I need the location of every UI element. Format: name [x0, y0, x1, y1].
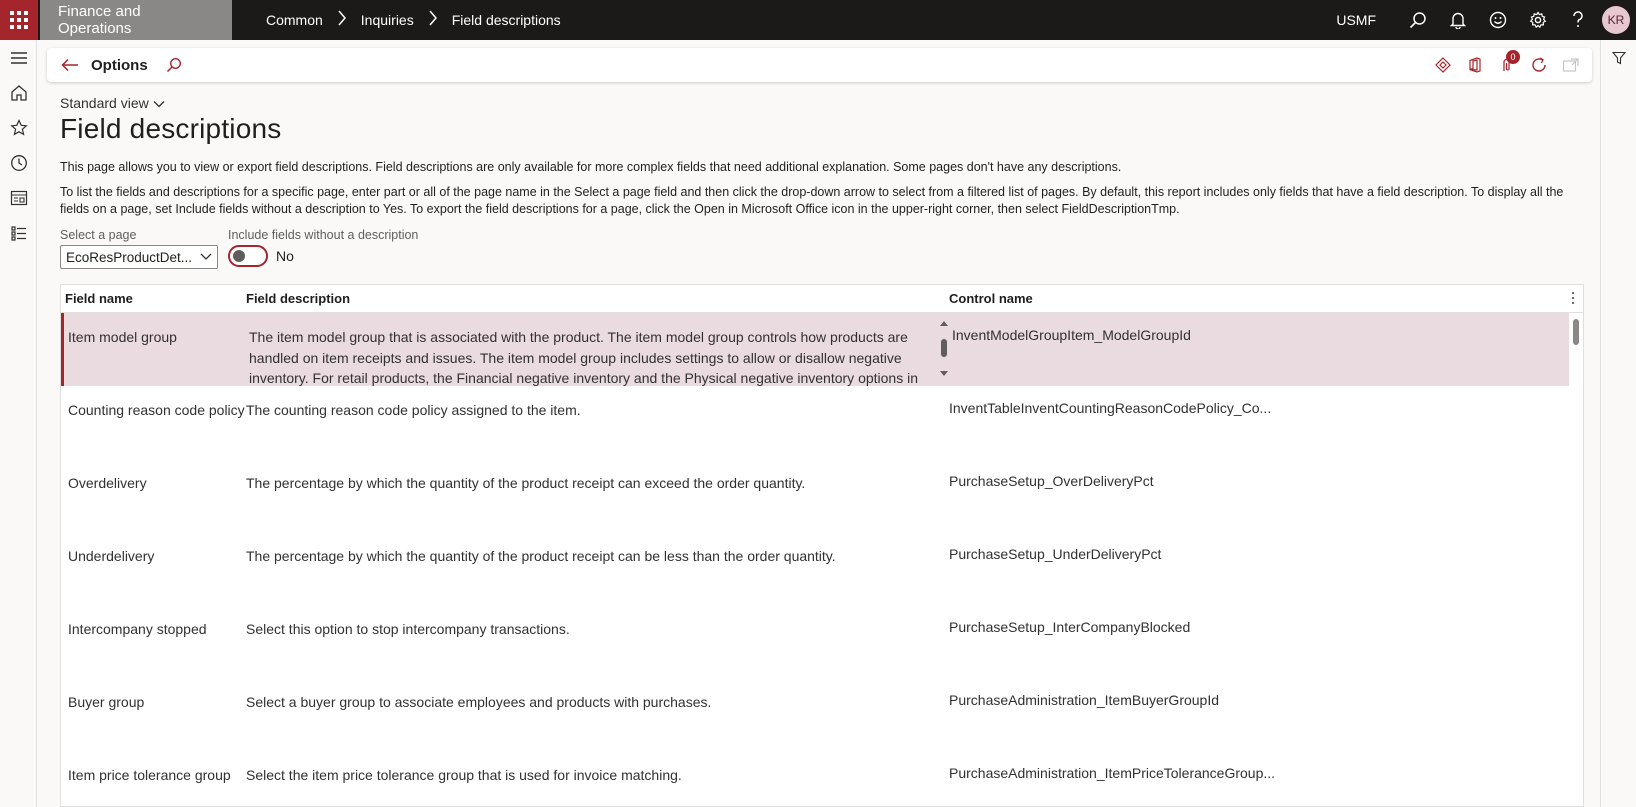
right-rail [1600, 40, 1636, 807]
control-name-cell: PurchaseAdministration_ItemBuyerGroupId [949, 692, 1220, 708]
table-row[interactable]: Item model group The item model group th… [61, 313, 1569, 386]
avatar[interactable]: KR [1602, 6, 1630, 34]
attachments-icon[interactable]: 0 [1494, 50, 1520, 78]
table-row[interactable]: Underdelivery The percentage by which th… [61, 532, 1583, 605]
smiley-feedback-icon[interactable] [1478, 0, 1518, 40]
control-name-cell: PurchaseSetup_OverDeliveryPct [949, 473, 1154, 489]
table-row[interactable]: Buyer group Select a buyer group to asso… [61, 678, 1583, 751]
field-name-cell: Item price tolerance group [68, 767, 231, 783]
include-fields-group: Include fields without a description No [228, 228, 418, 269]
field-description-cell: Select this option to stop intercompany … [246, 621, 570, 637]
bell-icon[interactable] [1438, 0, 1478, 40]
breadcrumb-item-field-descriptions[interactable]: Field descriptions [452, 12, 561, 28]
navigation-rail [0, 40, 37, 807]
app-name[interactable]: Finance and Operations [40, 0, 232, 40]
column-header-field-name[interactable]: Field name [61, 291, 246, 306]
field-description-text: The item model group that is associated … [249, 329, 918, 386]
hamburger-menu-icon[interactable] [0, 40, 37, 75]
field-name-cell: Item model group [68, 329, 177, 345]
help-text-instructions: To list the fields and descriptions for … [60, 185, 1564, 216]
chevron-down-icon [153, 95, 165, 111]
top-bar: Finance and Operations Common Inquiries … [0, 0, 1636, 40]
page-title: Field descriptions [60, 113, 282, 144]
app-launcher-button[interactable] [0, 0, 38, 40]
field-descriptions-grid: Field name Field description Control nam… [60, 284, 1584, 807]
control-name-cell: PurchaseSetup_UnderDeliveryPct [949, 546, 1162, 562]
column-header-field-description[interactable]: Field description [246, 291, 949, 306]
table-row[interactable]: Counting reason code policy The counting… [61, 386, 1583, 459]
chevron-right-icon [337, 10, 347, 31]
breadcrumb: Common Inquiries Field descriptions [266, 10, 561, 31]
home-icon[interactable] [0, 75, 37, 110]
workspaces-icon[interactable] [0, 180, 37, 215]
office-icon[interactable] [1462, 52, 1488, 78]
page-content: Standard view Field descriptions This pa… [60, 88, 1590, 269]
description-scrollbar[interactable] [938, 317, 950, 381]
table-row[interactable]: Overdelivery The percentage by which the… [61, 459, 1583, 532]
select-page-dropdown[interactable]: EcoResProductDet... [60, 245, 218, 269]
help-text-intro: This page allows you to view or export f… [60, 160, 1122, 174]
power-apps-icon[interactable] [1430, 52, 1456, 78]
waffle-icon [10, 11, 28, 29]
grid-header: Field name Field description Control nam… [61, 285, 1583, 313]
filter-icon[interactable] [1601, 42, 1636, 74]
help-icon[interactable] [1558, 0, 1598, 40]
company-picker[interactable]: USMF [1336, 12, 1376, 28]
select-page-group: Select a page EcoResProductDet... [60, 228, 218, 269]
include-fields-toggle[interactable] [228, 245, 268, 267]
control-name-cell: InventTableInventCountingReasonCodePolic… [949, 400, 1272, 416]
field-description-cell: The item model group that is associated … [249, 313, 952, 386]
control-name-cell: PurchaseSetup_InterCompanyBlocked [949, 619, 1191, 635]
chevron-right-icon [428, 10, 438, 31]
field-description-cell: The percentage by which the quantity of … [246, 548, 836, 564]
table-row[interactable]: Intercompany stopped Select this option … [61, 605, 1583, 678]
include-fields-label: Include fields without a description [228, 228, 419, 242]
back-arrow-icon[interactable] [53, 48, 87, 82]
field-name-cell: Buyer group [68, 694, 145, 710]
search-icon[interactable] [1398, 0, 1438, 40]
breadcrumb-item-common[interactable]: Common [266, 12, 323, 28]
field-name-cell: Overdelivery [68, 475, 147, 491]
control-name-cell: InventModelGroupItem_ModelGroupId [952, 327, 1191, 343]
attachments-count-badge: 0 [1506, 50, 1520, 64]
select-page-label: Select a page [60, 228, 137, 242]
field-description-cell: Select the item price tolerance group th… [246, 767, 682, 783]
clock-recent-icon[interactable] [0, 145, 37, 180]
field-name-cell: Counting reason code policy [68, 402, 245, 418]
view-selector[interactable]: Standard view [60, 95, 1590, 111]
modules-list-icon[interactable] [0, 215, 37, 250]
select-page-value: EcoResProductDet... [66, 249, 193, 265]
chevron-down-icon[interactable] [199, 249, 213, 266]
column-header-control-name[interactable]: Control name [949, 291, 1033, 306]
open-new-window-icon[interactable] [1558, 52, 1584, 78]
field-name-cell: Intercompany stopped [68, 621, 207, 637]
field-description-cell: The counting reason code policy assigned… [246, 402, 581, 418]
refresh-icon[interactable] [1526, 52, 1552, 78]
more-options-icon[interactable] [1571, 291, 1575, 308]
include-fields-value: No [276, 248, 294, 264]
breadcrumb-item-inquiries[interactable]: Inquiries [361, 12, 414, 28]
view-name: Standard view [60, 95, 149, 111]
search-icon[interactable] [162, 53, 186, 77]
field-description-cell: The percentage by which the quantity of … [246, 475, 806, 491]
grid-scrollbar[interactable] [1573, 319, 1579, 345]
table-row[interactable]: Item price tolerance group Select the it… [61, 751, 1583, 806]
filter-panel: Select a page EcoResProductDet... Includ… [60, 228, 1590, 269]
field-description-cell: Select a buyer group to associate employ… [246, 694, 712, 710]
action-pane: Options 0 [47, 48, 1592, 82]
star-favorites-icon[interactable] [0, 110, 37, 145]
field-name-cell: Underdelivery [68, 548, 155, 564]
gear-icon[interactable] [1518, 0, 1558, 40]
action-pane-title[interactable]: Options [91, 57, 148, 74]
control-name-cell: PurchaseAdministration_ItemPriceToleranc… [949, 765, 1276, 781]
